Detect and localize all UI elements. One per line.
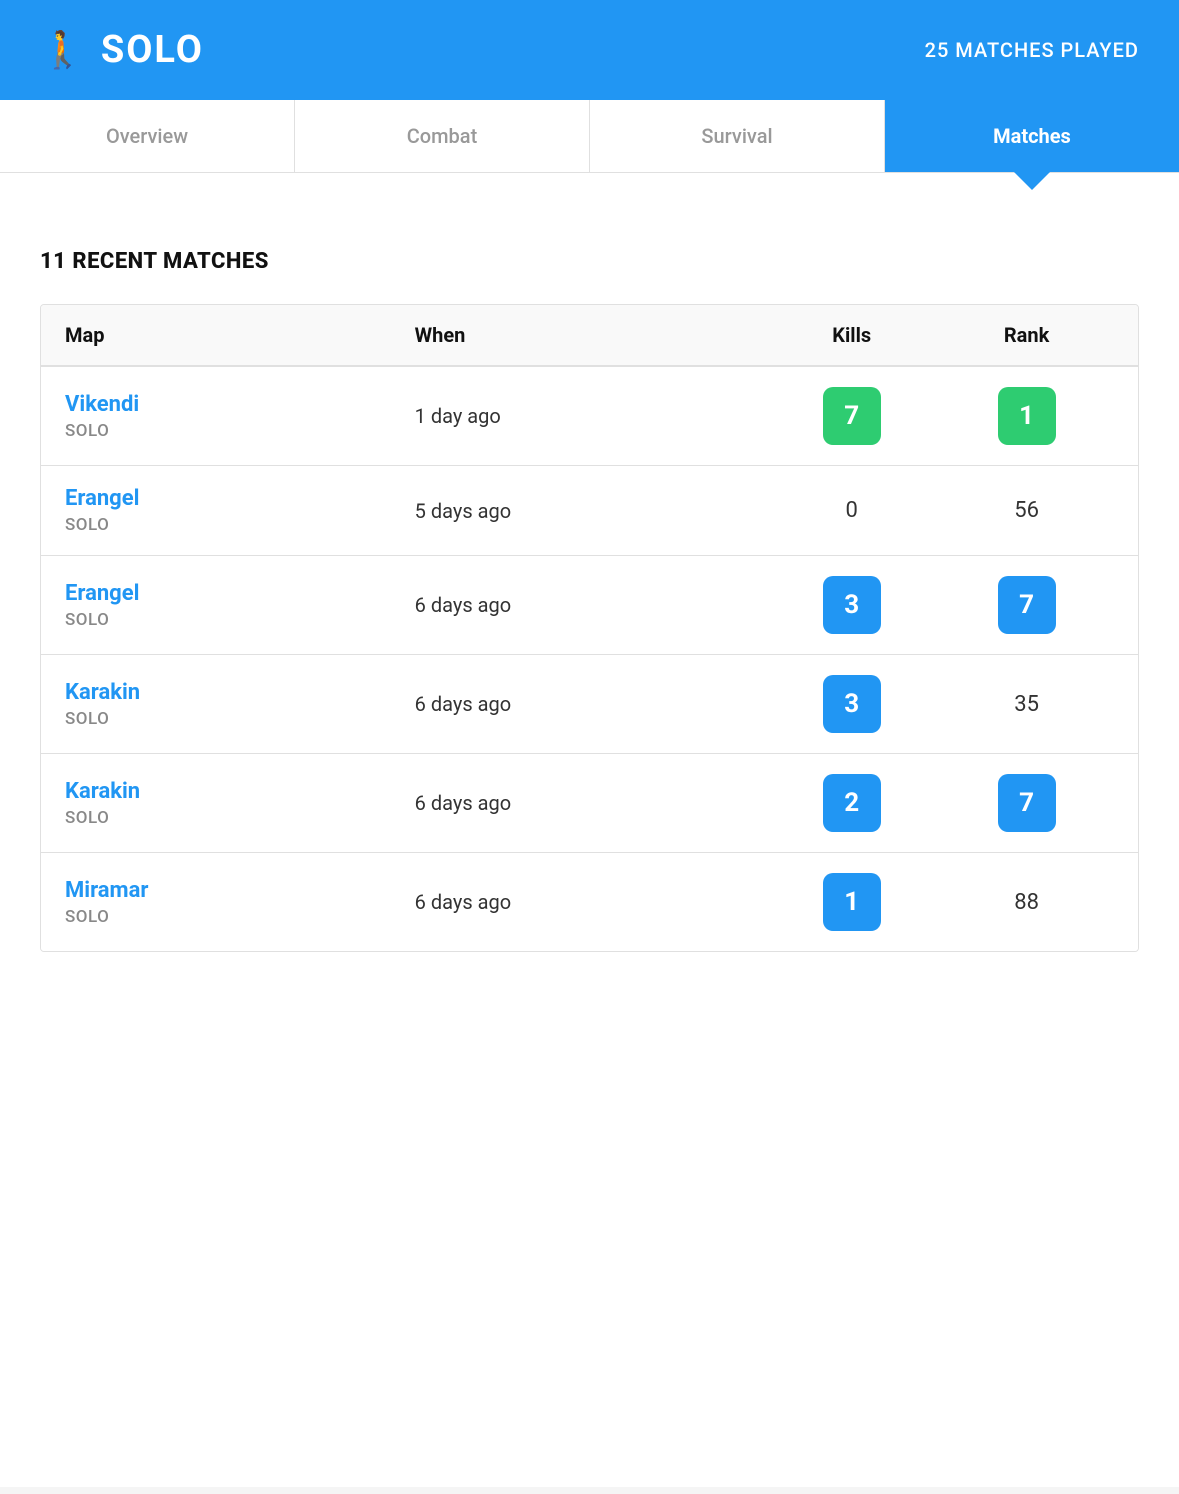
map-name: Vikendi [65, 392, 415, 417]
rank-badge: 1 [998, 387, 1056, 445]
rank-badge: 7 [998, 774, 1056, 832]
map-cell: Karakin SOLO [65, 680, 415, 729]
kills-cell: 2 [764, 774, 939, 832]
map-mode: SOLO [65, 709, 415, 729]
tab-overview[interactable]: Overview [0, 100, 295, 172]
rank-badge: 7 [998, 576, 1056, 634]
map-cell: Karakin SOLO [65, 779, 415, 828]
kills-cell: 7 [764, 387, 939, 445]
map-cell: Miramar SOLO [65, 878, 415, 927]
kills-badge: 1 [823, 873, 881, 931]
map-name: Erangel [65, 581, 415, 606]
map-cell: Erangel SOLO [65, 486, 415, 535]
when-cell: 6 days ago [415, 692, 765, 716]
matches-played-count: 25 MATCHES PLAYED [925, 38, 1139, 62]
map-mode: SOLO [65, 421, 415, 441]
section-title: 11 RECENT MATCHES [40, 249, 1139, 274]
kills-cell: 3 [764, 675, 939, 733]
matches-table-wrapper: Map When Kills Rank Vikendi SOLO 1 day a… [40, 304, 1139, 952]
main-content: 11 RECENT MATCHES Map When Kills Rank Vi… [0, 173, 1179, 1487]
when-cell: 6 days ago [415, 791, 765, 815]
kills-cell: 1 [764, 873, 939, 931]
table-row[interactable]: Vikendi SOLO 1 day ago 7 1 [41, 367, 1138, 466]
tab-combat[interactable]: Combat [295, 100, 590, 172]
tab-bar: Overview Combat Survival Matches [0, 100, 1179, 173]
rank-cell: 88 [939, 890, 1114, 915]
kills-badge: 2 [823, 774, 881, 832]
kills-badge: 7 [823, 387, 881, 445]
header-map: Map [65, 323, 415, 347]
map-mode: SOLO [65, 515, 415, 535]
tab-matches[interactable]: Matches [885, 100, 1179, 172]
mode-title: SOLO [101, 28, 204, 72]
table-row[interactable]: Karakin SOLO 6 days ago 2 7 [41, 754, 1138, 853]
map-name: Erangel [65, 486, 415, 511]
kills-cell: 3 [764, 576, 939, 634]
map-mode: SOLO [65, 610, 415, 630]
app-header: 🚶 SOLO 25 MATCHES PLAYED [0, 0, 1179, 100]
map-cell: Vikendi SOLO [65, 392, 415, 441]
table-row[interactable]: Karakin SOLO 6 days ago 3 35 [41, 655, 1138, 754]
map-mode: SOLO [65, 907, 415, 927]
solo-icon: 🚶 [40, 29, 85, 71]
header-when: When [415, 323, 765, 347]
when-cell: 5 days ago [415, 499, 765, 523]
rank-plain: 35 [1014, 692, 1039, 717]
tab-survival[interactable]: Survival [590, 100, 885, 172]
map-name: Miramar [65, 878, 415, 903]
rank-cell: 7 [939, 576, 1114, 634]
map-name: Karakin [65, 680, 415, 705]
when-cell: 6 days ago [415, 593, 765, 617]
map-mode: SOLO [65, 808, 415, 828]
map-name: Karakin [65, 779, 415, 804]
when-cell: 6 days ago [415, 890, 765, 914]
map-cell: Erangel SOLO [65, 581, 415, 630]
table-header: Map When Kills Rank [41, 305, 1138, 367]
header-rank: Rank [939, 323, 1114, 347]
rank-plain: 88 [1014, 890, 1039, 915]
kills-plain: 0 [846, 498, 858, 523]
rank-plain: 56 [1014, 498, 1039, 523]
header-kills: Kills [764, 323, 939, 347]
kills-cell: 0 [764, 498, 939, 523]
table-row[interactable]: Erangel SOLO 6 days ago 3 7 [41, 556, 1138, 655]
rank-cell: 56 [939, 498, 1114, 523]
rank-cell: 7 [939, 774, 1114, 832]
rank-cell: 1 [939, 387, 1114, 445]
table-row[interactable]: Miramar SOLO 6 days ago 1 88 [41, 853, 1138, 951]
when-cell: 1 day ago [415, 404, 765, 428]
kills-badge: 3 [823, 675, 881, 733]
kills-badge: 3 [823, 576, 881, 634]
rank-cell: 35 [939, 692, 1114, 717]
header-left: 🚶 SOLO [40, 28, 204, 72]
table-row[interactable]: Erangel SOLO 5 days ago 0 56 [41, 466, 1138, 556]
